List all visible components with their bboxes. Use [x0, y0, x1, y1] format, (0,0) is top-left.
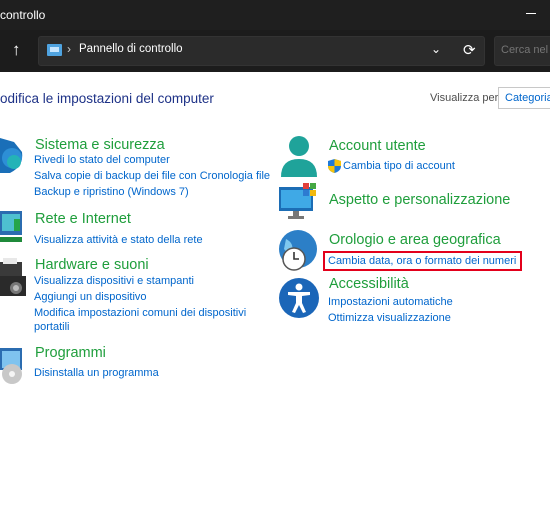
- minimize-button[interactable]: [526, 13, 536, 14]
- window-title: controllo: [0, 8, 46, 22]
- highlight-box: [323, 251, 522, 271]
- accessibility-icon[interactable]: [278, 277, 320, 319]
- link-uninstall-program[interactable]: Disinstalla un programma: [34, 367, 159, 379]
- category-title-network-internet[interactable]: Rete e Internet: [35, 211, 131, 227]
- link-optimize-display[interactable]: Ottimizza visualizzazione: [328, 312, 451, 324]
- up-arrow-icon[interactable]: ↑: [12, 39, 21, 61]
- chevron-right-icon: ›: [67, 42, 71, 56]
- network-icon[interactable]: [0, 209, 26, 245]
- view-by-value[interactable]: Categoria: [505, 92, 550, 104]
- link-devices-printers[interactable]: Visualizza dispositivi e stampanti: [34, 275, 194, 287]
- link-mobility-settings-cont[interactable]: portatili: [34, 321, 69, 333]
- refresh-icon[interactable]: ⟳: [463, 41, 476, 59]
- view-by-label: Visualizza per:: [430, 92, 502, 104]
- chevron-down-icon[interactable]: ⌄: [431, 42, 441, 56]
- category-title-system-security[interactable]: Sistema e sicurezza: [35, 137, 165, 153]
- link-backup-restore[interactable]: Backup e ripristino (Windows 7): [34, 186, 189, 198]
- display-icon[interactable]: [279, 183, 319, 221]
- shield-icon[interactable]: [0, 136, 26, 174]
- category-title-clock-region[interactable]: Orologio e area geografica: [329, 232, 501, 248]
- link-mobility-settings[interactable]: Modifica impostazioni comuni dei disposi…: [34, 307, 246, 319]
- control-panel-icon: [47, 44, 62, 56]
- printer-icon[interactable]: [0, 258, 28, 300]
- address-bar: ↑ › Pannello di controllo ⌄ ⟳: [0, 30, 550, 72]
- category-title-programs[interactable]: Programmi: [35, 345, 106, 361]
- link-change-account-type[interactable]: Cambia tipo di account: [343, 160, 455, 172]
- search-input[interactable]: [501, 44, 550, 56]
- search-box[interactable]: [494, 36, 550, 66]
- category-title-hardware-sound[interactable]: Hardware e suoni: [35, 257, 149, 273]
- page-title: odifica le impostazioni del computer: [0, 91, 214, 106]
- path-box[interactable]: › Pannello di controllo ⌄ ⟳: [38, 36, 485, 66]
- link-file-history-backup[interactable]: Salva copie di backup dei file con Crono…: [34, 170, 270, 182]
- link-network-status[interactable]: Visualizza attività e stato della rete: [34, 234, 203, 246]
- breadcrumb[interactable]: Pannello di controllo: [79, 43, 183, 55]
- uac-shield-icon: [328, 159, 341, 173]
- view-by-select[interactable]: Categoria: [498, 87, 550, 109]
- category-title-accessibility[interactable]: Accessibilità: [329, 276, 409, 292]
- link-auto-settings[interactable]: Impostazioni automatiche: [328, 296, 453, 308]
- link-add-device[interactable]: Aggiungi un dispositivo: [34, 291, 147, 303]
- category-title-appearance[interactable]: Aspetto e personalizzazione: [329, 192, 510, 208]
- programs-icon[interactable]: [0, 346, 28, 386]
- link-review-computer-status[interactable]: Rivedi lo stato del computer: [34, 154, 170, 166]
- user-icon[interactable]: [279, 135, 319, 179]
- clock-globe-icon[interactable]: [278, 229, 322, 273]
- category-title-user-accounts[interactable]: Account utente: [329, 138, 426, 154]
- title-bar: controllo: [0, 0, 550, 30]
